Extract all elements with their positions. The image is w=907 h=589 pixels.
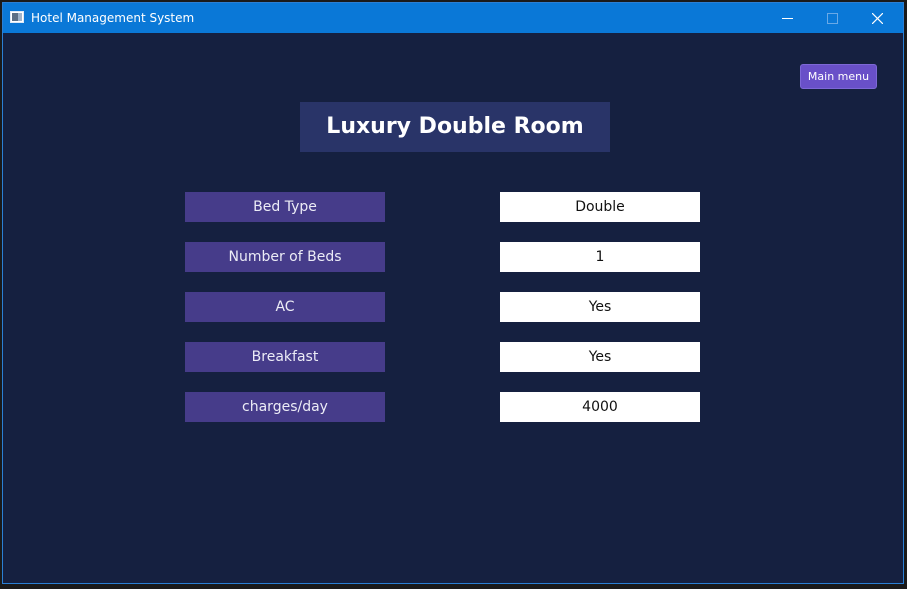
close-icon <box>872 13 883 24</box>
main-menu-button[interactable]: Main menu <box>800 64 877 89</box>
room-details-panel: Main menu Luxury Double Room Bed Type Do… <box>3 33 903 583</box>
number-of-beds-label: Number of Beds <box>185 242 385 272</box>
charges-per-day-value: 4000 <box>500 392 700 422</box>
close-button[interactable] <box>855 3 900 33</box>
minimize-button[interactable] <box>765 3 810 33</box>
window-app-icon <box>10 11 24 23</box>
number-of-beds-value: 1 <box>500 242 700 272</box>
app-window: Hotel Management System Main menu Luxury… <box>2 2 904 584</box>
bed-type-value: Double <box>500 192 700 222</box>
maximize-button[interactable] <box>810 3 855 33</box>
maximize-icon <box>827 13 838 24</box>
breakfast-label: Breakfast <box>185 342 385 372</box>
ac-label: AC <box>185 292 385 322</box>
breakfast-value: Yes <box>500 342 700 372</box>
ac-value: Yes <box>500 292 700 322</box>
title-bar[interactable]: Hotel Management System <box>3 3 903 33</box>
page-title: Luxury Double Room <box>300 102 610 152</box>
bed-type-label: Bed Type <box>185 192 385 222</box>
minimize-icon <box>782 18 793 19</box>
window-title: Hotel Management System <box>31 11 195 25</box>
charges-per-day-label: charges/day <box>185 392 385 422</box>
